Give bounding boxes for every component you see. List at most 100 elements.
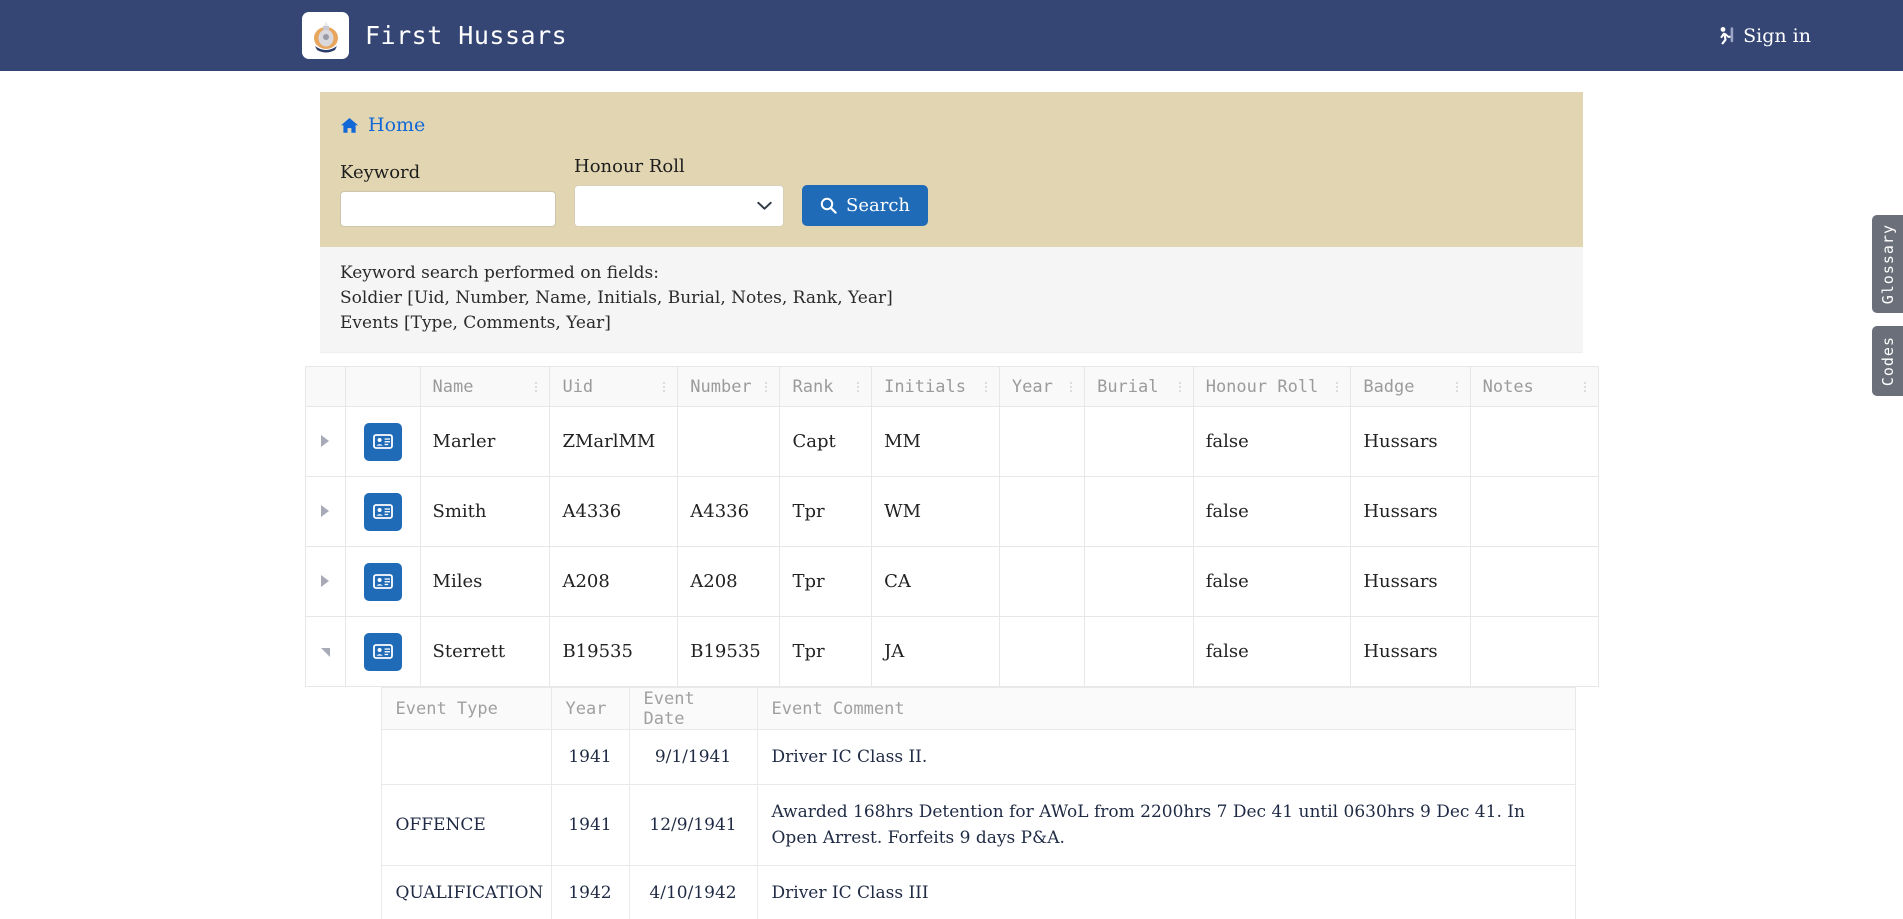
search-form: Keyword Honour Roll Search	[340, 156, 1583, 227]
cell-year	[998, 616, 1086, 687]
column-menu-icon[interactable]	[1070, 381, 1073, 392]
column-header-honour-roll[interactable]: Honour Roll	[1192, 366, 1352, 407]
cell-rank: Capt	[779, 406, 873, 477]
cell-year	[998, 476, 1086, 547]
expand-triangle-icon	[321, 435, 330, 447]
cell-uid: ZMarlMM	[549, 406, 679, 477]
search-icon	[820, 197, 837, 214]
column-menu-icon[interactable]	[1336, 381, 1339, 392]
sign-in-button[interactable]: Sign in	[1717, 25, 1811, 47]
table-row[interactable]: Sterrett B19535 B19535 Tpr JA false Hussars	[304, 616, 1599, 687]
soldier-detail-button[interactable]	[363, 632, 402, 671]
table-row[interactable]: Smith A4336 A4336 Tpr WM false Hussars	[304, 476, 1599, 547]
keyword-input[interactable]	[340, 191, 556, 227]
column-header-uid[interactable]: Uid	[549, 366, 679, 407]
row-expand-toggle[interactable]	[304, 406, 346, 477]
row-detail-cell	[344, 476, 421, 547]
column-header-badge-label: Badge	[1363, 376, 1415, 397]
soldier-detail-button[interactable]	[363, 422, 402, 461]
info-line-1: Keyword search performed on fields:	[340, 263, 659, 283]
cell-burial	[1084, 406, 1194, 477]
table-row[interactable]: Marler ZMarlMM Capt MM false Hussars	[304, 406, 1599, 477]
event-cell-event-type: QUALIFICATION	[380, 865, 552, 919]
honour-roll-select[interactable]	[574, 185, 784, 227]
sign-in-icon	[1720, 27, 1734, 45]
column-header-uid-label: Uid	[562, 376, 594, 397]
column-header-badge[interactable]: Badge	[1350, 366, 1471, 407]
results-table: Name Uid Number Rank Initials Year Buria…	[304, 366, 1599, 687]
sidebar-tab-codes[interactable]: Codes	[1872, 326, 1903, 396]
id-card-icon	[372, 644, 393, 659]
row-expand-toggle[interactable]	[304, 476, 346, 547]
events-table: Event Type Year Event Date Event Comment…	[380, 687, 1576, 919]
column-header-year[interactable]: Year	[998, 366, 1086, 407]
cell-notes	[1469, 476, 1599, 547]
column-header-year-label: Year	[1011, 376, 1053, 397]
column-menu-icon[interactable]	[535, 381, 538, 392]
brand-title: First Hussars	[365, 21, 568, 50]
brand[interactable]: First Hussars	[302, 12, 567, 59]
events-column-header-date: Event Date	[628, 687, 758, 730]
column-header-rank[interactable]: Rank	[779, 366, 873, 407]
breadcrumb-home-link[interactable]: Home	[368, 114, 425, 136]
expand-triangle-icon	[321, 505, 330, 517]
column-menu-icon[interactable]	[1455, 381, 1458, 392]
honour-roll-field-group: Honour Roll	[574, 156, 784, 227]
cell-number: B19535	[677, 616, 781, 687]
cell-initials: CA	[871, 546, 1000, 617]
event-row: 1941 9/1/1941 Driver IC Class II.	[380, 729, 1576, 785]
column-header-number[interactable]: Number	[677, 366, 781, 407]
honour-roll-label: Honour Roll	[574, 156, 685, 177]
row-detail-cell	[344, 406, 421, 477]
column-header-honour-roll-label: Honour Roll	[1205, 376, 1319, 397]
row-expand-toggle[interactable]	[304, 546, 346, 617]
cell-year	[998, 546, 1086, 617]
column-menu-icon[interactable]	[1178, 381, 1181, 392]
soldier-detail-button[interactable]	[363, 492, 402, 531]
event-cell-year: 1941	[550, 784, 630, 866]
column-header-notes-label: Notes	[1482, 376, 1534, 397]
info-line-3: Events [Type, Comments, Year]	[340, 313, 611, 333]
column-header-burial[interactable]: Burial	[1084, 366, 1194, 407]
sidebar-tab-glossary[interactable]: Glossary	[1872, 215, 1903, 313]
cell-notes	[1469, 616, 1599, 687]
cell-uid: A4336	[549, 476, 679, 547]
cell-year	[998, 406, 1086, 477]
cell-honour-roll: false	[1192, 546, 1352, 617]
results-table-wrapper: Name Uid Number Rank Initials Year Buria…	[304, 366, 1599, 687]
event-cell-event-date: 9/1/1941	[628, 729, 758, 785]
column-header-initials[interactable]: Initials	[871, 366, 1000, 407]
column-menu-icon[interactable]	[857, 381, 860, 392]
row-collapse-toggle[interactable]	[304, 616, 346, 687]
column-header-notes[interactable]: Notes	[1469, 366, 1599, 407]
cell-name: Smith	[419, 476, 551, 547]
soldier-detail-button[interactable]	[363, 562, 402, 601]
cell-burial	[1084, 616, 1194, 687]
cell-badge: Hussars	[1350, 546, 1471, 617]
cell-rank: Tpr	[779, 616, 873, 687]
cell-name: Marler	[419, 406, 551, 477]
home-icon	[341, 117, 358, 133]
cell-honour-roll: false	[1192, 406, 1352, 477]
column-menu-icon[interactable]	[984, 381, 987, 392]
table-row[interactable]: Miles A208 A208 Tpr CA false Hussars	[304, 546, 1599, 617]
event-cell-event-date: 4/10/1942	[628, 865, 758, 919]
event-cell-year: 1942	[550, 865, 630, 919]
search-button[interactable]: Search	[802, 185, 928, 226]
search-button-label: Search	[846, 195, 910, 216]
column-menu-icon[interactable]	[1583, 381, 1586, 392]
cell-notes	[1469, 406, 1599, 477]
column-menu-icon[interactable]	[765, 381, 768, 392]
cell-number: A4336	[677, 476, 781, 547]
event-cell-event-comment: Driver IC Class III	[756, 865, 1576, 919]
cell-burial	[1084, 546, 1194, 617]
event-cell-event-comment: Driver IC Class II.	[756, 729, 1576, 785]
column-header-name[interactable]: Name	[419, 366, 551, 407]
events-table-header-row: Event Type Year Event Date Event Comment	[380, 687, 1576, 730]
results-table-header-row: Name Uid Number Rank Initials Year Buria…	[304, 366, 1599, 407]
column-header-rank-label: Rank	[792, 376, 834, 397]
cell-notes	[1469, 546, 1599, 617]
column-menu-icon[interactable]	[663, 381, 666, 392]
column-header-number-label: Number	[690, 376, 752, 397]
page-body: Glossary Codes Home Keyword Honour Roll	[0, 92, 1903, 919]
